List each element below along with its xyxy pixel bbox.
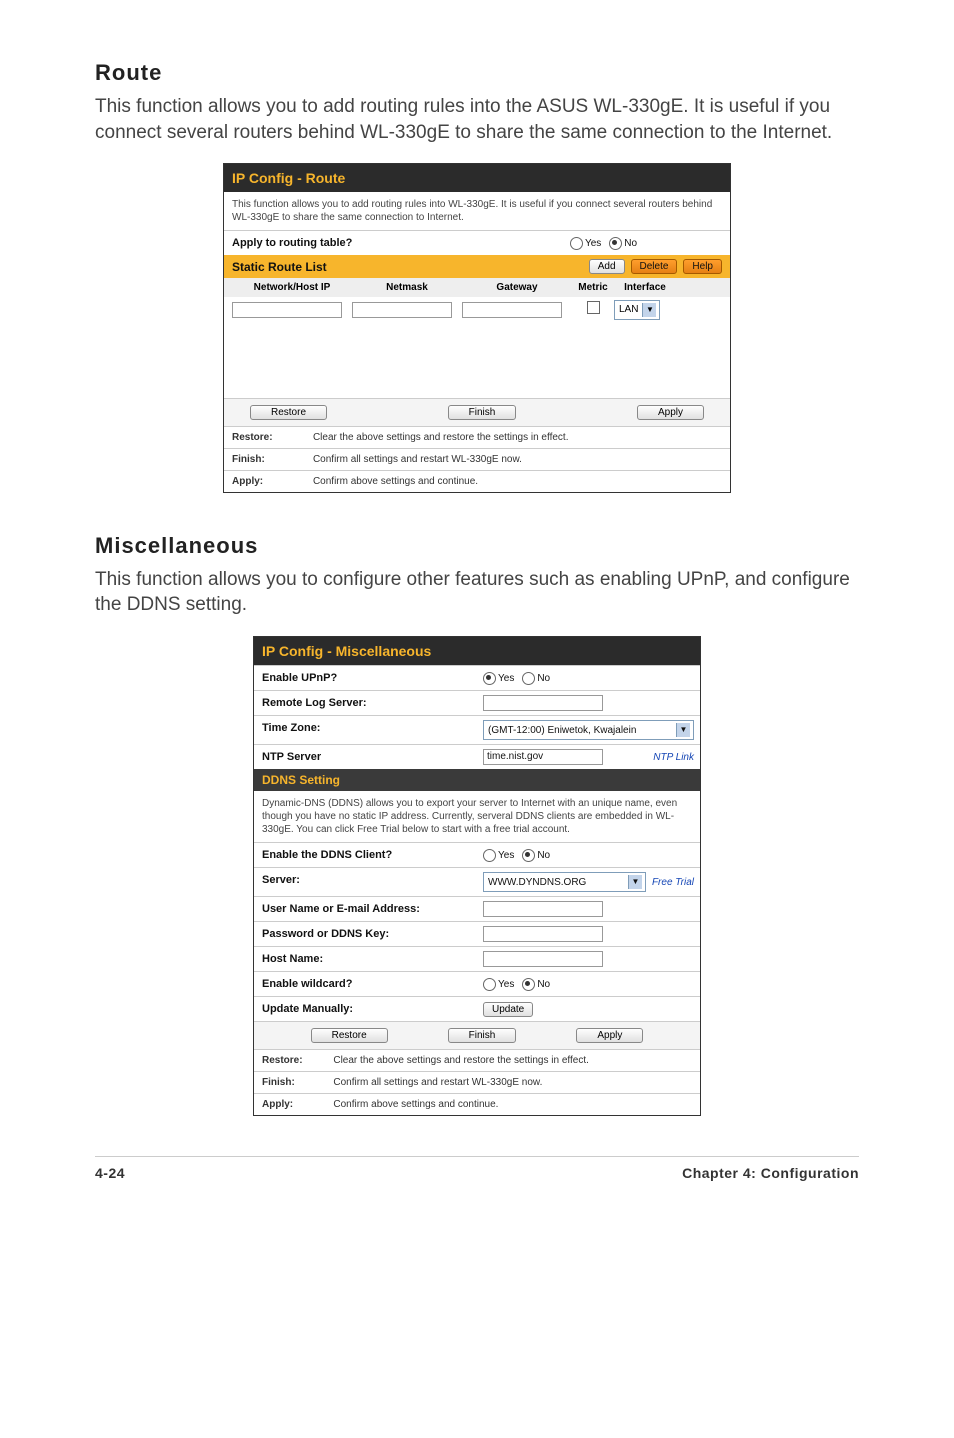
misc-finish-button[interactable]: Finish <box>448 1028 517 1043</box>
interface-select[interactable]: LAN ▼ <box>614 300 660 320</box>
misc-restore-button[interactable]: Restore <box>311 1028 388 1043</box>
route-intro: This function allows you to add routing … <box>224 192 730 230</box>
apply-routing-label: Apply to routing table? <box>224 231 477 255</box>
timezone-label: Time Zone: <box>254 716 477 744</box>
helper-apply-text: Confirm above settings and continue. <box>305 470 730 492</box>
ddns-yes-radio[interactable] <box>483 849 496 862</box>
upnp-no-radio[interactable] <box>522 672 535 685</box>
page-number: 4-24 <box>95 1165 125 1181</box>
password-label: Password or DDNS Key: <box>254 922 477 946</box>
timezone-select[interactable]: (GMT-12:00) Eniwetok, Kwajalein ▼ <box>483 720 694 740</box>
user-label: User Name or E-mail Address: <box>254 897 477 921</box>
user-input[interactable] <box>483 901 603 917</box>
static-route-title: Static Route List <box>232 260 327 274</box>
helper-table: Restore: Clear the above settings and re… <box>224 426 730 492</box>
col-gateway: Gateway <box>462 282 572 293</box>
host-label: Host Name: <box>254 947 477 971</box>
helper-apply-label: Apply: <box>224 470 305 492</box>
help-button[interactable]: Help <box>683 259 722 274</box>
ddns-no-radio[interactable] <box>522 849 535 862</box>
nhost-input[interactable] <box>232 302 342 318</box>
chevron-down-icon: ▼ <box>628 875 642 889</box>
col-netmask: Netmask <box>352 282 462 293</box>
yes-label: Yes <box>585 238 601 249</box>
route-heading: Route <box>95 60 859 86</box>
free-trial-link[interactable]: Free Trial <box>652 877 694 888</box>
update-button[interactable]: Update <box>483 1002 533 1017</box>
delete-button[interactable]: Delete <box>631 259 678 274</box>
server-label: Server: <box>254 868 477 896</box>
apply-routing-yes-radio[interactable] <box>570 237 583 250</box>
remote-log-label: Remote Log Server: <box>254 691 477 715</box>
remote-log-input[interactable] <box>483 695 603 711</box>
ddns-title-bar: DDNS Setting <box>254 769 700 791</box>
misc-body-text: This function allows you to configure ot… <box>95 567 859 618</box>
col-interface: Interface <box>614 282 676 293</box>
misc-helper-table: Restore: Clear the above settings and re… <box>254 1049 700 1115</box>
finish-button[interactable]: Finish <box>448 405 517 420</box>
chevron-down-icon: ▼ <box>676 723 690 737</box>
helper-restore-label: Restore: <box>224 426 305 448</box>
misc-heading: Miscellaneous <box>95 533 859 559</box>
wildcard-yes-radio[interactable] <box>483 978 496 991</box>
ntp-label: NTP Server <box>254 745 477 769</box>
add-button[interactable]: Add <box>589 259 625 274</box>
route-panel: IP Config - Route This function allows y… <box>223 163 731 493</box>
ddns-intro: Dynamic-DNS (DDNS) allows you to export … <box>254 791 700 842</box>
restore-button[interactable]: Restore <box>250 405 327 420</box>
helper-finish-text: Confirm all settings and restart WL-330g… <box>305 448 730 470</box>
wildcard-no-radio[interactable] <box>522 978 535 991</box>
netmask-input[interactable] <box>352 302 452 318</box>
server-select[interactable]: WWW.DYNDNS.ORG ▼ <box>483 872 646 892</box>
upnp-yes-radio[interactable] <box>483 672 496 685</box>
col-metric: Metric <box>572 282 614 293</box>
no-label: No <box>624 238 637 249</box>
col-network-host: Network/Host IP <box>232 282 352 293</box>
route-banner: IP Config - Route <box>224 164 730 192</box>
password-input[interactable] <box>483 926 603 942</box>
misc-panel: IP Config - Miscellaneous Enable UPnP? Y… <box>253 636 701 1116</box>
misc-banner: IP Config - Miscellaneous <box>254 637 700 665</box>
chevron-down-icon: ▼ <box>642 303 656 317</box>
route-body-text: This function allows you to add routing … <box>95 94 859 145</box>
enable-upnp-label: Enable UPnP? <box>254 666 477 690</box>
ntp-link[interactable]: NTP Link <box>653 752 694 763</box>
metric-checkbox[interactable] <box>587 301 600 314</box>
ntp-input[interactable]: time.nist.gov <box>483 749 603 765</box>
host-input[interactable] <box>483 951 603 967</box>
chapter-label: Chapter 4: Configuration <box>682 1165 859 1181</box>
update-label: Update Manually: <box>254 997 477 1021</box>
helper-restore-text: Clear the above settings and restore the… <box>305 426 730 448</box>
apply-button[interactable]: Apply <box>637 405 704 420</box>
helper-finish-label: Finish: <box>224 448 305 470</box>
gateway-input[interactable] <box>462 302 562 318</box>
misc-apply-button[interactable]: Apply <box>576 1028 643 1043</box>
wildcard-label: Enable wildcard? <box>254 972 477 996</box>
apply-routing-no-radio[interactable] <box>609 237 622 250</box>
enable-ddns-label: Enable the DDNS Client? <box>254 843 477 867</box>
